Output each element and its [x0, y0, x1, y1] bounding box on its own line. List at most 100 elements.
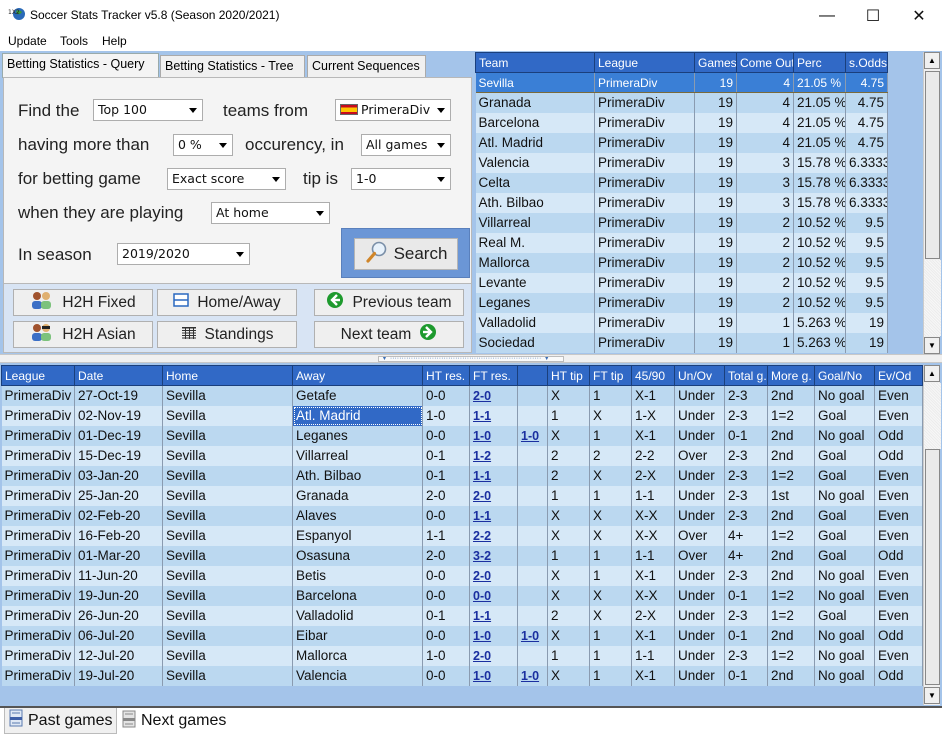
close-button[interactable]: ✕ — [896, 0, 942, 31]
game-cell[interactable]: 2-X — [631, 605, 675, 626]
column-header[interactable]: HT res. — [422, 365, 470, 386]
game-cell[interactable]: 0-1 — [724, 625, 768, 646]
game-cell[interactable]: X — [547, 525, 590, 546]
game-cell[interactable]: 2 — [547, 445, 590, 466]
game-cell[interactable]: 02-Nov-19 — [74, 405, 163, 426]
team-cell[interactable]: PrimeraDiv — [594, 212, 695, 233]
playing-select[interactable]: At home — [211, 202, 330, 224]
betting-game-select[interactable]: Exact score — [167, 168, 286, 190]
game-cell[interactable]: 1-0 — [469, 425, 518, 446]
game-cell[interactable]: PrimeraDiv — [1, 465, 75, 486]
game-cell[interactable]: 1 — [547, 405, 590, 426]
game-cell[interactable]: Odd — [874, 425, 923, 446]
game-cell[interactable]: 1-1 — [469, 405, 518, 426]
team-cell[interactable]: 15.78 % — [793, 192, 846, 213]
scrollbar-thumb[interactable] — [925, 71, 940, 259]
column-header[interactable]: FT tip — [589, 365, 632, 386]
team-cell[interactable]: 3 — [736, 152, 794, 173]
game-cell[interactable]: Sevilla — [162, 565, 293, 586]
h2h-asian-button[interactable]: H2H Asian — [13, 321, 153, 348]
home-away-button[interactable]: Home/Away — [157, 289, 297, 316]
team-cell[interactable]: Villarreal — [475, 212, 595, 233]
standings-button[interactable]: Standings — [157, 321, 297, 348]
game-cell[interactable]: 1-0 — [469, 665, 518, 686]
game-cell[interactable]: X — [589, 405, 632, 426]
game-row[interactable]: PrimeraDiv 15-Dec-19 Sevilla Villarreal 0-1 1… — [1, 445, 923, 466]
game-cell[interactable]: 2 — [547, 465, 590, 486]
game-cell[interactable]: Even — [874, 525, 923, 546]
game-cell[interactable]: Over — [674, 545, 725, 566]
game-cell[interactable]: 11-Jun-20 — [74, 565, 163, 586]
previous-team-button[interactable]: Previous team — [314, 289, 464, 316]
game-cell[interactable]: 2-0 — [469, 565, 518, 586]
score-link[interactable]: 2-0 — [473, 649, 491, 663]
team-cell[interactable]: 19 — [694, 292, 737, 313]
game-cell[interactable]: 1=2 — [767, 525, 815, 546]
column-header[interactable]: HT tip — [547, 365, 590, 386]
game-cell[interactable]: 1-0 — [469, 625, 518, 646]
column-header[interactable] — [517, 365, 548, 386]
scrollbar-thumb[interactable] — [925, 449, 940, 685]
game-cell[interactable]: 2-2 — [631, 445, 675, 466]
column-header[interactable]: Team — [475, 52, 595, 73]
game-cell[interactable]: X-X — [631, 525, 675, 546]
game-cell[interactable]: PrimeraDiv — [1, 625, 75, 646]
team-row[interactable]: Real M. PrimeraDiv 19 2 10.52 % 9.5 — [475, 232, 888, 253]
game-row[interactable]: PrimeraDiv 27-Oct-19 Sevilla Getafe 0-0 2-0 X 1… — [1, 385, 923, 406]
game-cell[interactable]: Valladolid — [292, 605, 423, 626]
score-link[interactable]: 3-2 — [473, 549, 491, 563]
game-cell[interactable]: Even — [874, 385, 923, 406]
column-header[interactable]: League — [594, 52, 695, 73]
search-button[interactable]: Search — [354, 238, 458, 270]
game-cell[interactable] — [517, 565, 548, 586]
score-link[interactable]: 1-1 — [473, 609, 491, 623]
game-cell[interactable]: X-1 — [631, 665, 675, 686]
column-header[interactable]: Un/Ov — [674, 365, 725, 386]
team-row[interactable]: Valencia PrimeraDiv 19 3 15.78 % 6.3333 — [475, 152, 888, 173]
h2h-fixed-button[interactable]: H2H Fixed — [13, 289, 153, 316]
game-cell[interactable]: 1 — [589, 645, 632, 666]
game-cell[interactable]: 2-3 — [724, 385, 768, 406]
team-cell[interactable]: PrimeraDiv — [594, 152, 695, 173]
team-cell[interactable]: PrimeraDiv — [594, 112, 695, 133]
game-cell[interactable]: X — [589, 605, 632, 626]
game-cell[interactable] — [517, 385, 548, 406]
game-cell[interactable]: 2-0 — [422, 545, 470, 566]
game-cell[interactable]: No goal — [814, 625, 875, 646]
game-cell[interactable]: Odd — [874, 445, 923, 466]
game-cell[interactable]: 19-Jun-20 — [74, 585, 163, 606]
game-cell[interactable]: 2-3 — [724, 605, 768, 626]
team-cell[interactable]: Valladolid — [475, 312, 595, 333]
column-header[interactable]: League — [1, 365, 75, 386]
column-header[interactable]: 45/90 — [631, 365, 675, 386]
game-cell[interactable]: X — [589, 505, 632, 526]
game-cell[interactable]: 3-2 — [469, 545, 518, 566]
column-header[interactable]: Ev/Od — [874, 365, 923, 386]
game-cell[interactable]: Under — [674, 425, 725, 446]
game-cell[interactable]: Even — [874, 505, 923, 526]
score-link[interactable]: 1-0 — [521, 429, 539, 443]
game-cell[interactable]: Osasuna — [292, 545, 423, 566]
game-cell[interactable]: Sevilla — [162, 605, 293, 626]
game-cell[interactable]: Goal — [814, 465, 875, 486]
column-header[interactable]: FT res. — [469, 365, 518, 386]
team-cell[interactable]: 19 — [694, 112, 737, 133]
score-link[interactable]: 1-0 — [473, 669, 491, 683]
game-cell[interactable]: 0-0 — [422, 425, 470, 446]
game-cell[interactable]: X — [547, 425, 590, 446]
game-cell[interactable]: Even — [874, 465, 923, 486]
game-cell[interactable]: Odd — [874, 625, 923, 646]
game-cell[interactable]: X-1 — [631, 625, 675, 646]
game-cell[interactable]: Granada — [292, 485, 423, 506]
game-cell[interactable]: X — [547, 585, 590, 606]
scrollbar-track[interactable] — [924, 383, 941, 449]
team-cell[interactable]: Levante — [475, 272, 595, 293]
game-cell[interactable]: Under — [674, 485, 725, 506]
game-cell[interactable]: Under — [674, 465, 725, 486]
team-cell[interactable]: Sociedad — [475, 332, 595, 353]
game-cell[interactable]: Goal — [814, 405, 875, 426]
game-cell[interactable]: 16-Feb-20 — [74, 525, 163, 546]
team-cell[interactable]: 3 — [736, 172, 794, 193]
game-cell[interactable]: Valencia — [292, 665, 423, 686]
game-cell[interactable]: Under — [674, 405, 725, 426]
